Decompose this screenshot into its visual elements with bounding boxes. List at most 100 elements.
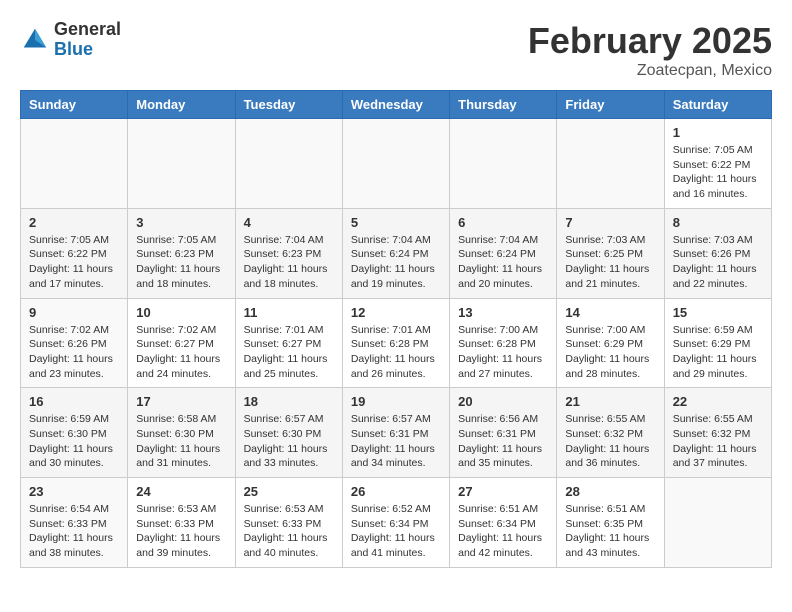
calendar-cell: 9Sunrise: 7:02 AM Sunset: 6:26 PM Daylig… (21, 298, 128, 388)
calendar-cell: 22 Sunrise: 6:55 AM Sunset: 6:32 PM Dayli… (664, 388, 771, 478)
calendar-cell: 3Sunrise: 7:05 AM Sunset: 6:23 PM Daylig… (128, 208, 235, 298)
calendar-cell: 4 Sunrise: 7:04 AM Sunset: 6:23 PM Daylig… (235, 208, 342, 298)
calendar-cell: 26 Sunrise: 6:52 AM Sunset: 6:34 PM Dayli… (342, 478, 449, 568)
day-info: Sunrise: 7:01 AM Sunset: 6:27 PM Dayligh… (244, 323, 334, 382)
day-info: Sunrise: 7:00 AM Sunset: 6:29 PM Dayligh… (565, 323, 655, 382)
day-info: Sunrise: 6:57 AM Sunset: 6:31 PM Dayligh… (351, 412, 441, 471)
day-number: 15 (673, 305, 763, 320)
day-number: 6 (458, 215, 548, 230)
day-info: Sunrise: 6:51 AM Sunset: 6:35 PM Dayligh… (565, 502, 655, 561)
day-info: Sunrise: 6:54 AM Sunset: 6:33 PM Dayligh… (29, 502, 119, 561)
day-info: Sunrise: 6:53 AM Sunset: 6:33 PM Dayligh… (244, 502, 334, 561)
day-info: Sunrise: 6:57 AM Sunset: 6:30 PM Dayligh… (244, 412, 334, 471)
calendar-cell: 20Sunrise: 6:56 AM Sunset: 6:31 PM Dayli… (450, 388, 557, 478)
day-info: Sunrise: 7:02 AM Sunset: 6:27 PM Dayligh… (136, 323, 226, 382)
day-number: 7 (565, 215, 655, 230)
calendar-week-row: 2 Sunrise: 7:05 AM Sunset: 6:22 PM Daylig… (21, 208, 772, 298)
day-info: Sunrise: 7:03 AM Sunset: 6:26 PM Dayligh… (673, 233, 763, 292)
calendar-cell: 8 Sunrise: 7:03 AM Sunset: 6:26 PM Daylig… (664, 208, 771, 298)
day-number: 27 (458, 484, 548, 499)
calendar-cell (21, 119, 128, 209)
day-number: 5 (351, 215, 441, 230)
day-info: Sunrise: 7:04 AM Sunset: 6:23 PM Dayligh… (244, 233, 334, 292)
day-number: 25 (244, 484, 334, 499)
day-number: 16 (29, 394, 119, 409)
calendar-cell (342, 119, 449, 209)
calendar-cell: 15 Sunrise: 6:59 AM Sunset: 6:29 PM Dayli… (664, 298, 771, 388)
calendar-cell: 23 Sunrise: 6:54 AM Sunset: 6:33 PM Dayli… (21, 478, 128, 568)
day-number: 21 (565, 394, 655, 409)
day-number: 11 (244, 305, 334, 320)
calendar-cell: 21 Sunrise: 6:55 AM Sunset: 6:32 PM Dayli… (557, 388, 664, 478)
day-number: 2 (29, 215, 119, 230)
logo-icon (20, 25, 50, 55)
day-info: Sunrise: 7:00 AM Sunset: 6:28 PM Dayligh… (458, 323, 548, 382)
day-info: Sunrise: 6:52 AM Sunset: 6:34 PM Dayligh… (351, 502, 441, 561)
day-info: Sunrise: 7:05 AM Sunset: 6:23 PM Dayligh… (136, 233, 226, 292)
day-number: 22 (673, 394, 763, 409)
logo-blue: Blue (54, 40, 121, 60)
weekday-header-friday: Friday (557, 91, 664, 119)
weekday-header-tuesday: Tuesday (235, 91, 342, 119)
calendar-week-row: 23 Sunrise: 6:54 AM Sunset: 6:33 PM Dayli… (21, 478, 772, 568)
title-section: February 2025 Zoatecpan, Mexico (528, 20, 772, 80)
day-number: 10 (136, 305, 226, 320)
calendar-cell: 24 Sunrise: 6:53 AM Sunset: 6:33 PM Dayli… (128, 478, 235, 568)
day-number: 14 (565, 305, 655, 320)
day-number: 12 (351, 305, 441, 320)
calendar-week-row: 16 Sunrise: 6:59 AM Sunset: 6:30 PM Dayli… (21, 388, 772, 478)
day-number: 24 (136, 484, 226, 499)
location-subtitle: Zoatecpan, Mexico (528, 62, 772, 80)
calendar-cell: 12 Sunrise: 7:01 AM Sunset: 6:28 PM Dayli… (342, 298, 449, 388)
logo: General Blue (20, 20, 121, 60)
calendar-cell: 16 Sunrise: 6:59 AM Sunset: 6:30 PM Dayli… (21, 388, 128, 478)
day-number: 8 (673, 215, 763, 230)
day-info: Sunrise: 6:53 AM Sunset: 6:33 PM Dayligh… (136, 502, 226, 561)
logo-text: General Blue (54, 20, 121, 60)
page-header: General Blue February 2025 Zoatecpan, Me… (20, 20, 772, 80)
calendar-table: SundayMondayTuesdayWednesdayThursdayFrid… (20, 90, 772, 568)
day-info: Sunrise: 7:04 AM Sunset: 6:24 PM Dayligh… (458, 233, 548, 292)
day-info: Sunrise: 6:58 AM Sunset: 6:30 PM Dayligh… (136, 412, 226, 471)
day-info: Sunrise: 6:56 AM Sunset: 6:31 PM Dayligh… (458, 412, 548, 471)
day-number: 23 (29, 484, 119, 499)
weekday-header-monday: Monday (128, 91, 235, 119)
day-number: 18 (244, 394, 334, 409)
calendar-week-row: 9Sunrise: 7:02 AM Sunset: 6:26 PM Daylig… (21, 298, 772, 388)
day-number: 17 (136, 394, 226, 409)
day-info: Sunrise: 6:59 AM Sunset: 6:29 PM Dayligh… (673, 323, 763, 382)
calendar-cell: 17 Sunrise: 6:58 AM Sunset: 6:30 PM Dayli… (128, 388, 235, 478)
calendar-cell (557, 119, 664, 209)
calendar-cell: 2 Sunrise: 7:05 AM Sunset: 6:22 PM Daylig… (21, 208, 128, 298)
day-number: 19 (351, 394, 441, 409)
day-info: Sunrise: 7:05 AM Sunset: 6:22 PM Dayligh… (673, 143, 763, 202)
day-info: Sunrise: 7:03 AM Sunset: 6:25 PM Dayligh… (565, 233, 655, 292)
calendar-cell: 1 Sunrise: 7:05 AM Sunset: 6:22 PM Daylig… (664, 119, 771, 209)
weekday-header-sunday: Sunday (21, 91, 128, 119)
calendar-cell: 7 Sunrise: 7:03 AM Sunset: 6:25 PM Daylig… (557, 208, 664, 298)
day-number: 26 (351, 484, 441, 499)
calendar-cell (664, 478, 771, 568)
calendar-cell: 18 Sunrise: 6:57 AM Sunset: 6:30 PM Dayli… (235, 388, 342, 478)
logo-general: General (54, 20, 121, 40)
calendar-cell: 25 Sunrise: 6:53 AM Sunset: 6:33 PM Dayli… (235, 478, 342, 568)
day-info: Sunrise: 7:05 AM Sunset: 6:22 PM Dayligh… (29, 233, 119, 292)
calendar-cell: 10 Sunrise: 7:02 AM Sunset: 6:27 PM Dayli… (128, 298, 235, 388)
weekday-header-wednesday: Wednesday (342, 91, 449, 119)
day-info: Sunrise: 6:55 AM Sunset: 6:32 PM Dayligh… (673, 412, 763, 471)
day-info: Sunrise: 7:02 AM Sunset: 6:26 PM Dayligh… (29, 323, 119, 382)
day-info: Sunrise: 6:55 AM Sunset: 6:32 PM Dayligh… (565, 412, 655, 471)
weekday-header-saturday: Saturday (664, 91, 771, 119)
day-number: 1 (673, 125, 763, 140)
day-info: Sunrise: 7:04 AM Sunset: 6:24 PM Dayligh… (351, 233, 441, 292)
weekday-header-thursday: Thursday (450, 91, 557, 119)
day-info: Sunrise: 7:01 AM Sunset: 6:28 PM Dayligh… (351, 323, 441, 382)
calendar-cell: 13Sunrise: 7:00 AM Sunset: 6:28 PM Dayli… (450, 298, 557, 388)
month-title: February 2025 (528, 20, 772, 62)
day-number: 28 (565, 484, 655, 499)
day-info: Sunrise: 6:59 AM Sunset: 6:30 PM Dayligh… (29, 412, 119, 471)
calendar-cell: 14 Sunrise: 7:00 AM Sunset: 6:29 PM Dayli… (557, 298, 664, 388)
calendar-header-row: SundayMondayTuesdayWednesdayThursdayFrid… (21, 91, 772, 119)
day-number: 4 (244, 215, 334, 230)
calendar-cell: 11 Sunrise: 7:01 AM Sunset: 6:27 PM Dayli… (235, 298, 342, 388)
